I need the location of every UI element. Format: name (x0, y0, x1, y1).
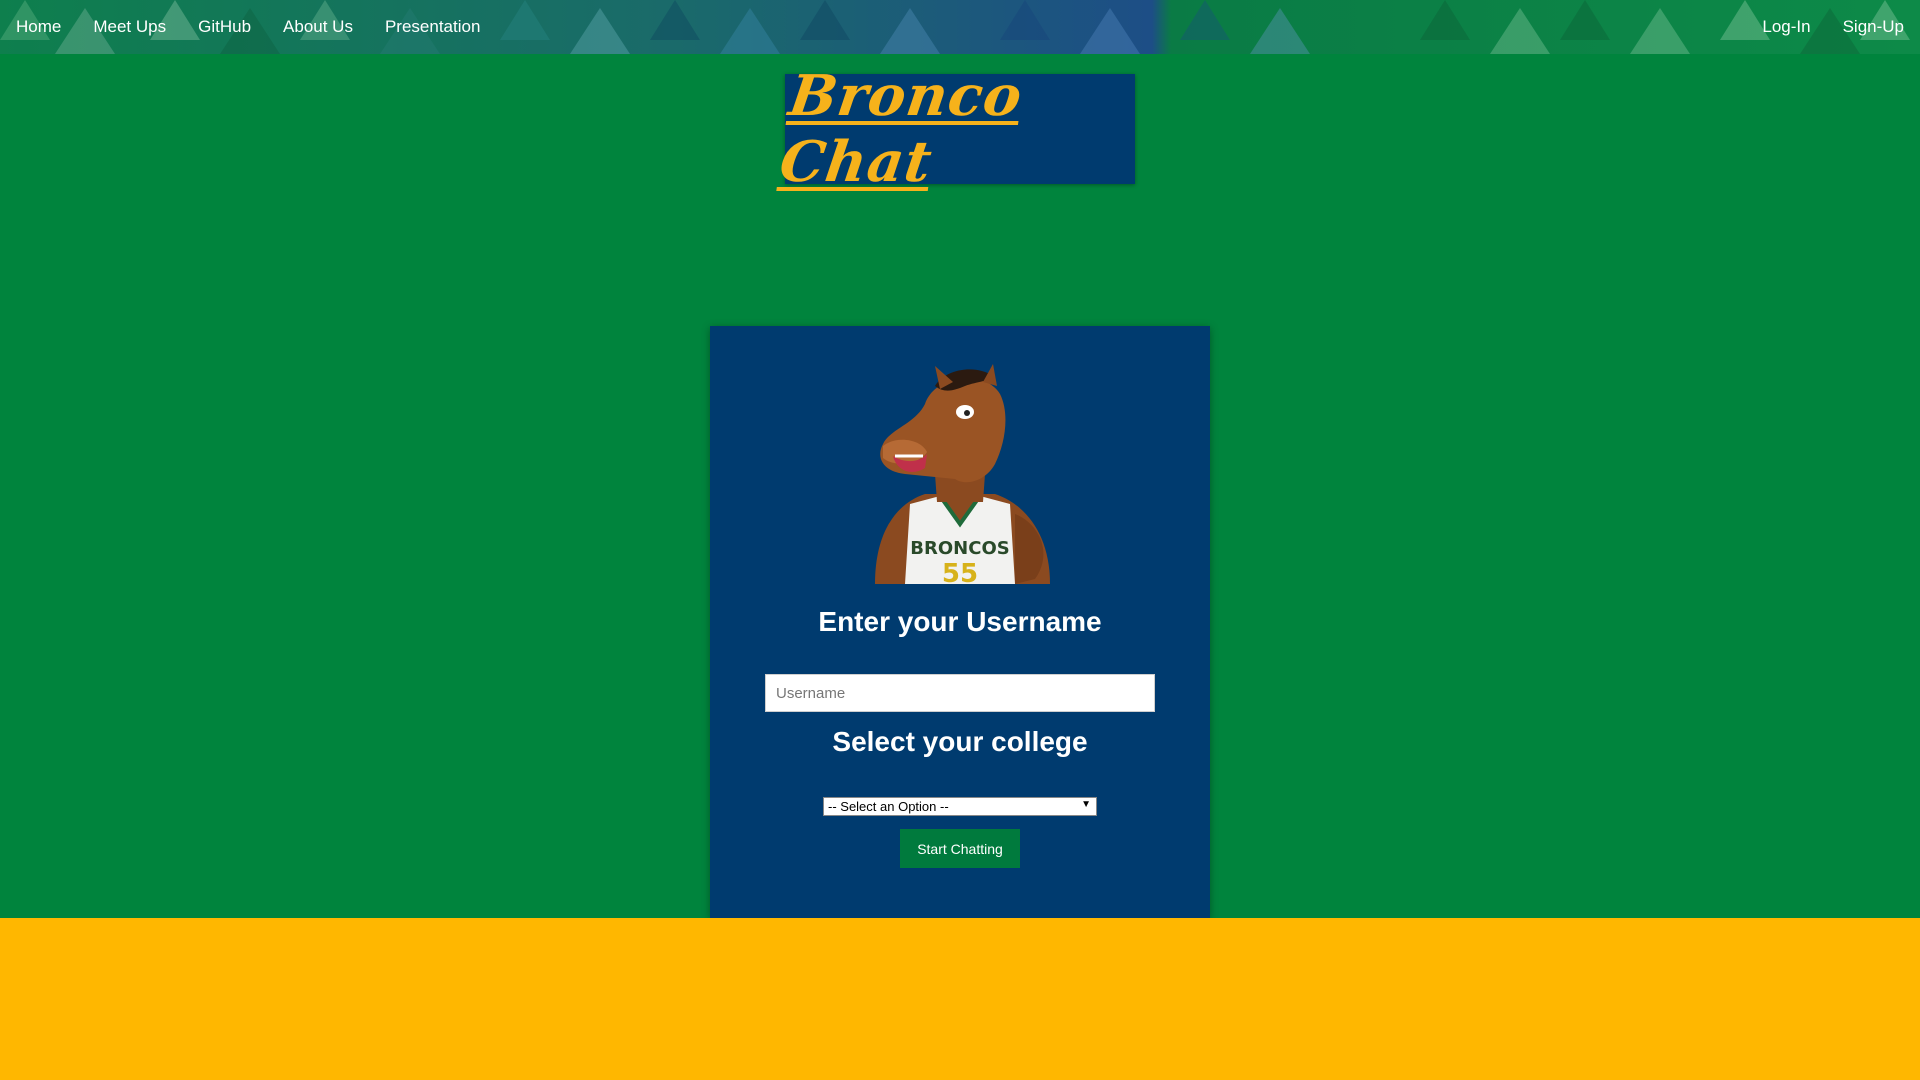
footer-band (0, 918, 1920, 1080)
logo-text: Bronco Chat (775, 63, 1027, 195)
svg-text:BRONCOS: BRONCOS (910, 538, 1009, 559)
nav-signup-link[interactable]: Sign-Up (1827, 17, 1920, 37)
nav-left-group: Home Meet Ups GitHub About Us Presentati… (0, 0, 496, 54)
top-navbar: Home Meet Ups GitHub About Us Presentati… (0, 0, 1920, 54)
nav-meetups-link[interactable]: Meet Ups (77, 17, 182, 37)
start-chatting-button[interactable]: Start Chatting (900, 829, 1020, 868)
college-select-value: -- Select an Option -- (828, 799, 949, 814)
college-select[interactable]: -- Select an Option -- ▼ (823, 797, 1097, 816)
bronco-chat-logo: Bronco Chat (776, 63, 1135, 195)
nav-right-group: Log-In Sign-Up (1746, 0, 1920, 54)
nav-github-link[interactable]: GitHub (182, 17, 267, 37)
login-card: BRONCOS 55 Enter your Username Select yo… (710, 326, 1210, 918)
nav-about-us-link[interactable]: About Us (267, 17, 369, 37)
nav-login-link[interactable]: Log-In (1746, 17, 1826, 37)
username-input[interactable] (765, 674, 1155, 712)
chevron-down-icon: ▼ (1081, 799, 1091, 810)
nav-presentation-link[interactable]: Presentation (369, 17, 496, 37)
username-heading: Enter your Username (818, 606, 1102, 637)
college-heading: Select your college (832, 726, 1088, 757)
bronco-mascot-icon: BRONCOS 55 (875, 364, 1050, 584)
nav-home-link[interactable]: Home (0, 17, 77, 37)
svg-text:55: 55 (942, 559, 978, 584)
